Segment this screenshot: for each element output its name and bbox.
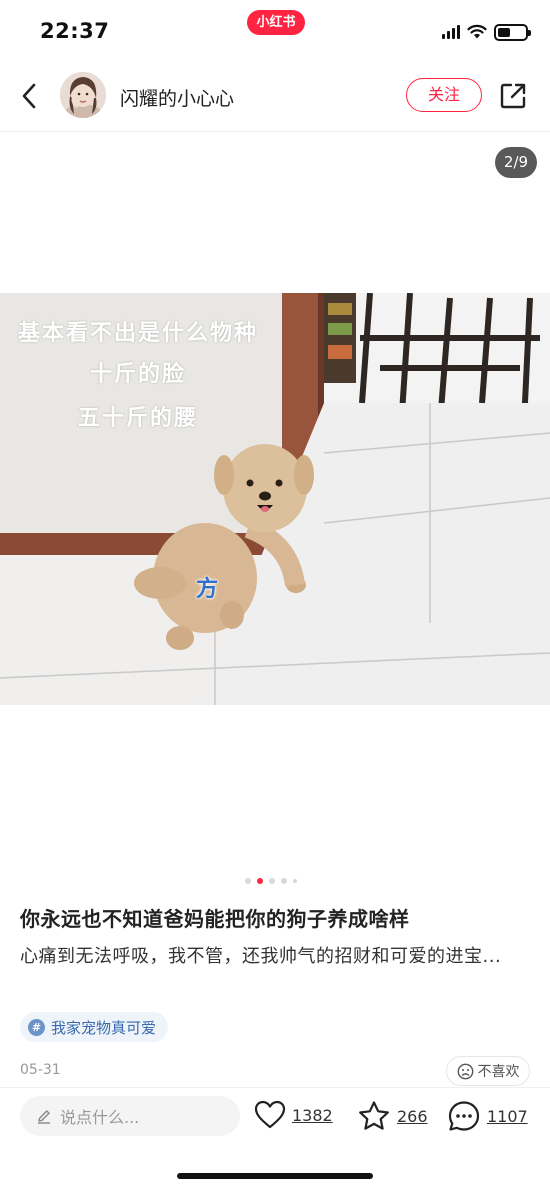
comment-input[interactable]: 说点什么... bbox=[20, 1096, 240, 1136]
collect-button[interactable]: 266 bbox=[357, 1100, 428, 1132]
note-header: 闪耀的小心心 关注 bbox=[0, 60, 550, 132]
note-description: 心痛到无法呼吸，我不管，还我帅气的招财和可爱的进宝... bbox=[20, 946, 502, 967]
comment-placeholder: 说点什么... bbox=[60, 1108, 140, 1127]
author-name[interactable]: 闪耀的小心心 bbox=[120, 84, 234, 111]
carousel-dot-active bbox=[257, 878, 263, 884]
post-date: 05-31 bbox=[20, 1062, 61, 1078]
note-photo[interactable]: 基本看不出是什么物种 十斤的脸 五十斤的腰 方 bbox=[0, 293, 550, 705]
signal-icon bbox=[442, 25, 460, 39]
heart-icon bbox=[254, 1100, 286, 1129]
dog-photo-image bbox=[0, 293, 550, 705]
bottom-action-bar: 说点什么... 1382 266 1107 bbox=[0, 1087, 550, 1189]
app-pill: 小红书 bbox=[247, 10, 305, 35]
carousel-dot bbox=[281, 878, 287, 884]
home-indicator bbox=[177, 1173, 373, 1179]
status-time: 22:37 bbox=[40, 19, 110, 43]
avatar[interactable] bbox=[60, 72, 106, 118]
comment-count: 1107 bbox=[487, 1106, 528, 1126]
carousel-dot bbox=[245, 878, 251, 884]
note-title: 你永远也不知道爸妈能把你的狗子养成啥样 bbox=[20, 907, 410, 931]
status-icons bbox=[442, 22, 531, 42]
like-count: 1382 bbox=[292, 1105, 333, 1125]
photo-caption-line-2: 十斤的脸 bbox=[90, 362, 187, 387]
share-icon[interactable] bbox=[497, 80, 529, 112]
hashtag-icon: # bbox=[28, 1018, 45, 1036]
carousel-dot bbox=[293, 879, 297, 883]
battery-icon bbox=[494, 23, 531, 41]
chevron-left-icon[interactable] bbox=[16, 80, 44, 112]
status-bar: 22:37 小红书 bbox=[0, 0, 550, 60]
photo-caption-line-1: 基本看不出是什么物种 bbox=[18, 321, 259, 346]
star-icon bbox=[359, 1101, 389, 1130]
comment-bubble-icon bbox=[448, 1101, 480, 1131]
topic-tag-label: 我家宠物真可爱 bbox=[51, 1018, 157, 1037]
carousel-dots bbox=[245, 878, 297, 884]
pencil-icon bbox=[38, 1110, 50, 1124]
carousel-dot bbox=[269, 878, 275, 884]
photo-caption-line-3: 五十斤的腰 bbox=[78, 406, 199, 431]
page-indicator: 2/9 bbox=[495, 147, 537, 178]
topic-tag[interactable]: # 我家宠物真可爱 bbox=[20, 1012, 169, 1042]
follow-button[interactable]: 关注 bbox=[406, 78, 482, 112]
photo-sticker: 方 bbox=[196, 577, 219, 602]
wifi-icon bbox=[467, 24, 487, 39]
collect-count: 266 bbox=[397, 1106, 428, 1126]
comment-button[interactable]: 1107 bbox=[447, 1100, 528, 1132]
like-button[interactable]: 1382 bbox=[254, 1100, 333, 1130]
frown-face-icon bbox=[457, 1063, 473, 1079]
dislike-button[interactable]: 不喜欢 bbox=[446, 1056, 530, 1086]
dislike-label: 不喜欢 bbox=[477, 1064, 520, 1080]
